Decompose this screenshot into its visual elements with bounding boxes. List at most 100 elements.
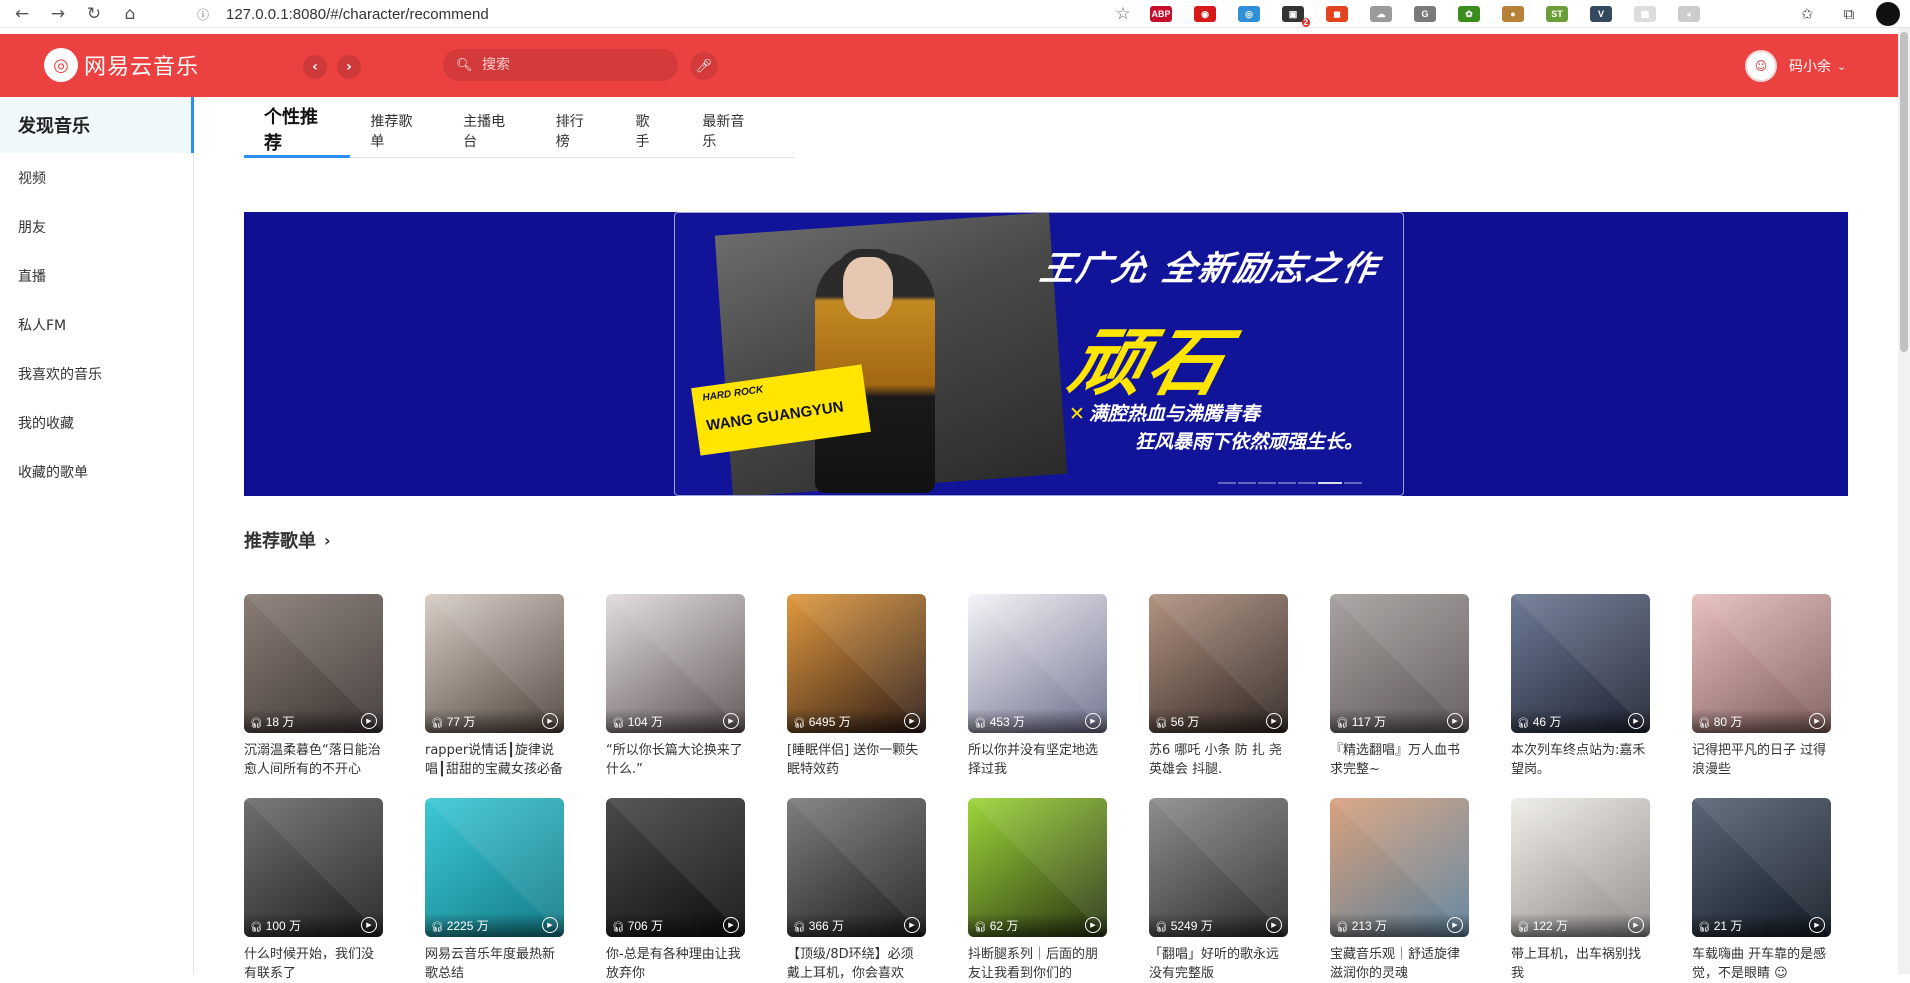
playlist-card[interactable]: 🎧︎ 6495 万 ▶ [睡眠伴侣] 送你一颗失眠特效药 — [787, 594, 926, 779]
chevron-down-icon[interactable]: ⌄ — [1837, 60, 1846, 73]
play-icon[interactable]: ▶ — [723, 917, 739, 933]
playlist-card[interactable]: 🎧︎ 77 万 ▶ rapper说情话┃旋律说唱┃甜甜的宝藏女孩必备 — [425, 594, 564, 779]
playlist-cover[interactable]: 🎧︎ 706 万 ▶ — [606, 798, 745, 937]
playlist-cover[interactable]: 🎧︎ 6495 万 ▶ — [787, 594, 926, 733]
play-icon[interactable]: ▶ — [1628, 713, 1644, 729]
tab[interactable]: 最新音乐 — [702, 104, 754, 158]
play-icon[interactable]: ▶ — [1266, 713, 1282, 729]
browser-profile-avatar[interactable] — [1876, 2, 1900, 26]
play-icon[interactable]: ▶ — [361, 713, 377, 729]
playlist-card[interactable]: 🎧︎ 62 万 ▶ 抖断腿系列｜后面的朋友让我看到你们的 — [968, 798, 1107, 983]
search-input[interactable] — [482, 57, 662, 73]
user-name[interactable]: 码小余 — [1789, 56, 1831, 76]
forward-arrow-icon[interactable]: → — [40, 0, 76, 28]
bookmark-star-icon[interactable]: ☆ — [1108, 4, 1138, 24]
playlist-cover[interactable]: 🎧︎ 2225 万 ▶ — [425, 798, 564, 937]
playlist-cover[interactable]: 🎧︎ 80 万 ▶ — [1692, 594, 1831, 733]
playlist-cover[interactable]: 🎧︎ 21 万 ▶ — [1692, 798, 1831, 937]
playlist-title[interactable]: 沉溺温柔暮色“落日能治愈人间所有的不开心 — [244, 741, 383, 779]
section-title[interactable]: 推荐歌单 — [244, 527, 316, 553]
playlist-cover[interactable]: 🎧︎ 46 万 ▶ — [1511, 594, 1650, 733]
cookie-extension-icon[interactable]: ● — [1502, 6, 1524, 22]
playlist-card[interactable]: 🎧︎ 453 万 ▶ 所以你并没有坚定地选择过我 — [968, 594, 1107, 779]
cloud-extension-icon[interactable]: ☁ — [1370, 6, 1392, 22]
playlist-card[interactable]: 🎧︎ 2225 万 ▶ 网易云音乐年度最热新歌总结 — [425, 798, 564, 983]
red-shield-extension-icon[interactable]: ◉ — [1194, 6, 1216, 22]
playlist-card[interactable]: 🎧︎ 18 万 ▶ 沉溺温柔暮色“落日能治愈人间所有的不开心 — [244, 594, 383, 779]
play-icon[interactable]: ▶ — [904, 917, 920, 933]
playlist-cover[interactable]: 🎧︎ 18 万 ▶ — [244, 594, 383, 733]
playlist-card[interactable]: 🎧︎ 122 万 ▶ 带上耳机，出车祸别找我 — [1511, 798, 1650, 983]
tab[interactable]: 主播电台 — [463, 104, 515, 158]
tab[interactable]: 个性推荐 — [244, 104, 351, 158]
sidebar-item[interactable]: 直播 — [0, 251, 193, 300]
play-icon[interactable]: ▶ — [904, 713, 920, 729]
sidebar-item[interactable]: 我的收藏 — [0, 398, 193, 447]
color-circle-extension-icon[interactable]: ◎ — [1238, 6, 1260, 22]
playlist-card[interactable]: 🎧︎ 100 万 ▶ 什么时候开始，我们没有联系了 — [244, 798, 383, 983]
playlist-cover[interactable]: 🎧︎ 453 万 ▶ — [968, 594, 1107, 733]
office-extension-icon[interactable]: ◼ — [1326, 6, 1348, 22]
sidebar-item[interactable]: 朋友 — [0, 202, 193, 251]
user-avatar[interactable]: ☺ — [1745, 50, 1777, 82]
play-icon[interactable]: ▶ — [1809, 713, 1825, 729]
play-icon[interactable]: ▶ — [1266, 917, 1282, 933]
carousel-dot[interactable] — [1218, 482, 1236, 484]
home-icon[interactable]: ⌂ — [112, 0, 148, 28]
page-scrollbar[interactable] — [1898, 28, 1910, 974]
address-bar[interactable]: ⓘ 127.0.0.1:8080/#/character/recommend ☆ — [180, 2, 1138, 26]
search-box[interactable]: 🔍︎ — [443, 49, 678, 81]
reload-icon[interactable]: ↻ — [76, 0, 112, 28]
playlist-title[interactable]: 记得把平凡的日子 过得浪漫些 — [1692, 741, 1831, 779]
playlist-card[interactable]: 🎧︎ 80 万 ▶ 记得把平凡的日子 过得浪漫些 — [1692, 594, 1831, 779]
scrollbar-thumb[interactable] — [1900, 32, 1908, 352]
microphone-icon[interactable]: 🎤︎ — [690, 52, 718, 80]
history-back-button[interactable]: ‹ — [303, 55, 327, 79]
banner-slide[interactable]: HARD ROCK WANG GUANGYUN 王广允 全新励志之作 顽石 ✕ 满… — [674, 212, 1404, 496]
dark-extension-icon[interactable]: ▣ 2 — [1282, 6, 1310, 27]
playlist-cover[interactable]: 🎧︎ 100 万 ▶ — [244, 798, 383, 937]
play-icon[interactable]: ▶ — [723, 713, 739, 729]
playlist-cover[interactable]: 🎧︎ 5249 万 ▶ — [1149, 798, 1288, 937]
playlist-card[interactable]: 🎧︎ 366 万 ▶ 【顶级/8D环绕】必须戴上耳机，你会喜欢 — [787, 798, 926, 983]
user-menu[interactable]: ☺ 码小余 ⌄ — [1745, 50, 1846, 82]
play-icon[interactable]: ▶ — [542, 917, 558, 933]
playlist-card[interactable]: 🎧︎ 104 万 ▶ “所以你长篇大论换来了什么.” — [606, 594, 745, 779]
playlist-card[interactable]: 🎧︎ 117 万 ▶ 『精选翻唱』万人血书求完整~ — [1330, 594, 1469, 779]
playlist-title[interactable]: 【顶级/8D环绕】必须戴上耳机，你会喜欢 — [787, 945, 926, 983]
recommended-playlists-heading[interactable]: 推荐歌单 › — [244, 527, 331, 553]
play-icon[interactable]: ▶ — [1085, 917, 1101, 933]
playlist-cover[interactable]: 🎧︎ 77 万 ▶ — [425, 594, 564, 733]
play-icon[interactable]: ▶ — [1447, 713, 1463, 729]
playlist-title[interactable]: 本次列车终点站为:嘉禾望岗。 — [1511, 741, 1650, 779]
playlist-card[interactable]: 🎧︎ 5249 万 ▶ 「翻唱」好听的歌永远没有完整版 — [1149, 798, 1288, 983]
sidebar-item[interactable]: 我喜欢的音乐 — [0, 349, 193, 398]
gray-extension-icon[interactable]: ▦ — [1634, 6, 1656, 22]
playlist-card[interactable]: 🎧︎ 56 万 ▶ 苏6 哪吒 小条 防 扎 尧 英雄会 抖腿. — [1149, 594, 1288, 779]
playlist-card[interactable]: 🎧︎ 21 万 ▶ 车载嗨曲 开车靠的是感觉，不是眼睛 ☺ — [1692, 798, 1831, 983]
sidebar-item[interactable]: 发现音乐 — [0, 97, 194, 153]
green-extension-icon[interactable]: ✿ — [1458, 6, 1480, 22]
play-icon[interactable]: ▶ — [1628, 917, 1644, 933]
st-extension-icon[interactable]: ST — [1546, 6, 1568, 22]
playlist-card[interactable]: 🎧︎ 706 万 ▶ 你-总是有各种理由让我放弃你 — [606, 798, 745, 983]
play-icon[interactable]: ▶ — [542, 713, 558, 729]
carousel-dot[interactable] — [1258, 482, 1276, 484]
playlist-title[interactable]: [睡眠伴侣] 送你一颗失眠特效药 — [787, 741, 926, 779]
play-icon[interactable]: ▶ — [1809, 917, 1825, 933]
carousel-dot[interactable] — [1344, 482, 1362, 484]
history-forward-button[interactable]: › — [337, 55, 361, 79]
playlist-cover[interactable]: 🎧︎ 62 万 ▶ — [968, 798, 1107, 937]
playlist-title[interactable]: rapper说情话┃旋律说唱┃甜甜的宝藏女孩必备 — [425, 741, 564, 779]
app-logo[interactable]: ◎ 网易云音乐 — [44, 48, 199, 82]
grammar-extension-icon[interactable]: G — [1414, 6, 1436, 22]
play-icon[interactable]: ▶ — [1447, 917, 1463, 933]
playlist-title[interactable]: 苏6 哪吒 小条 防 扎 尧 英雄会 抖腿. — [1149, 741, 1288, 779]
banner-carousel[interactable]: WANG GUANGYUN HARD ROCK WANG GUANGYUN 王广… — [244, 212, 1848, 496]
puppy-extension-icon[interactable]: ◕ — [1678, 6, 1700, 22]
tab[interactable]: 排行榜 — [556, 104, 595, 158]
sidebar-item[interactable]: 视频 — [0, 153, 193, 202]
back-arrow-icon[interactable]: ← — [4, 0, 40, 28]
playlist-title[interactable]: 带上耳机，出车祸别找我 — [1511, 945, 1650, 983]
playlist-title[interactable]: 车载嗨曲 开车靠的是感觉，不是眼睛 ☺ — [1692, 945, 1831, 983]
